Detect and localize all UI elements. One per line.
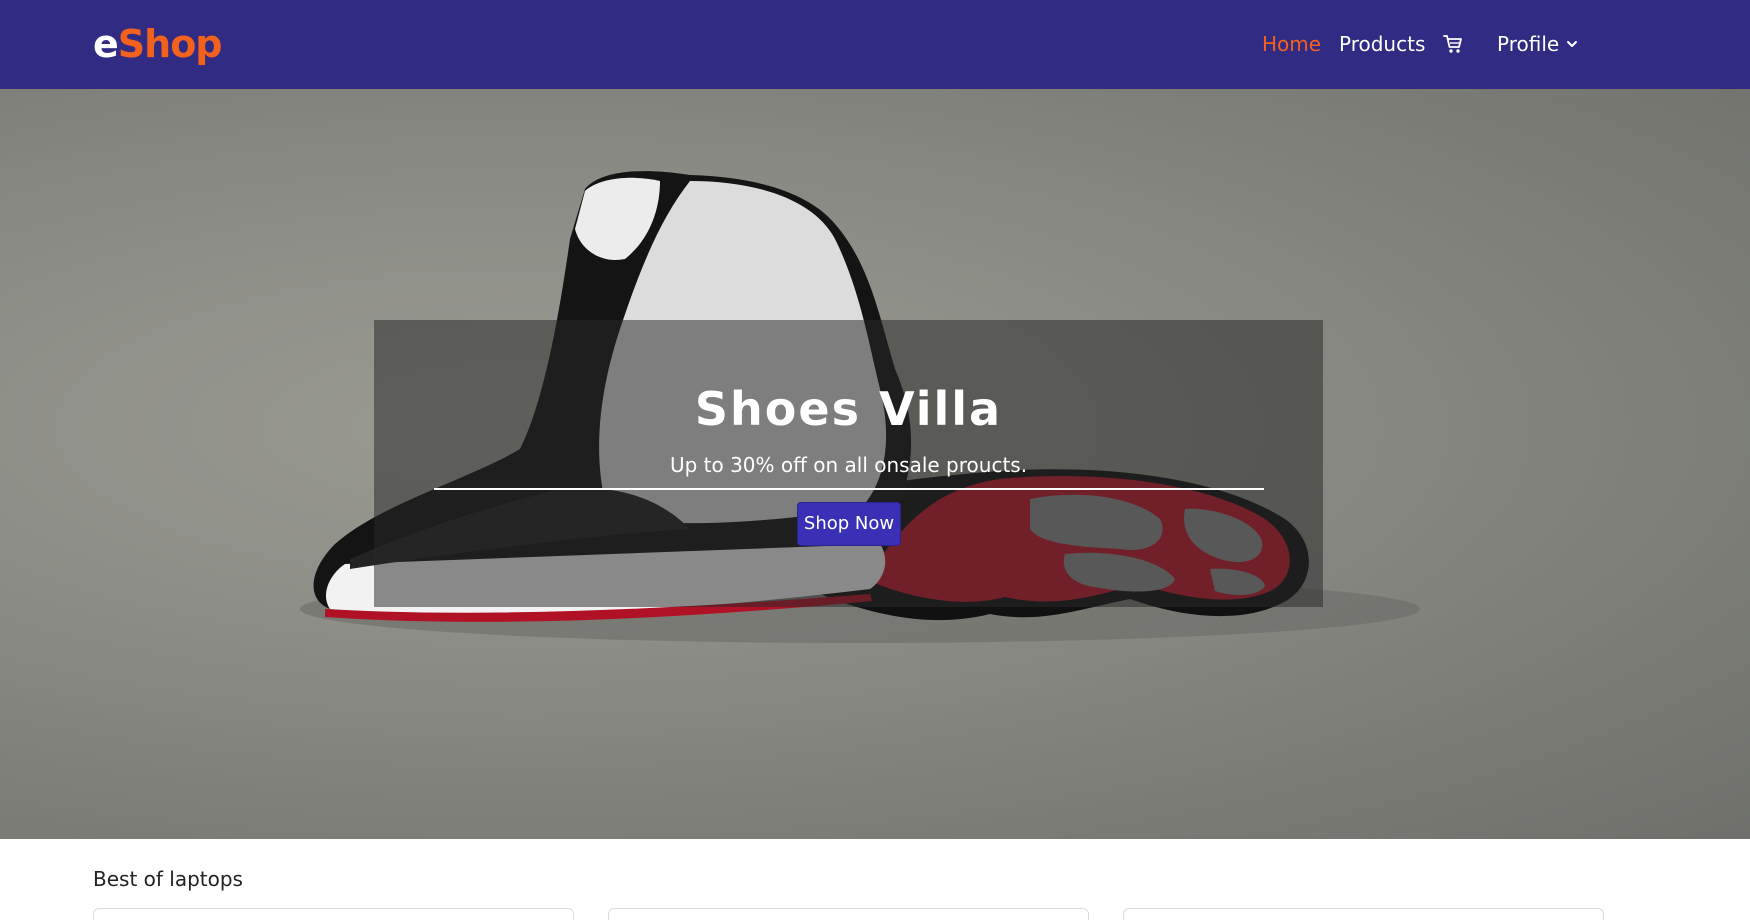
hero-subtitle: Up to 30% off on all onsale proucts. bbox=[669, 453, 1028, 477]
caption-divider bbox=[434, 488, 1264, 490]
nav-products-link[interactable]: Products bbox=[1339, 30, 1425, 58]
chevron-down-icon[interactable] bbox=[1565, 37, 1579, 51]
brand-logo-second: Shop bbox=[117, 22, 223, 66]
brand-logo-first: e bbox=[93, 22, 119, 66]
hero-title: Shoes Villa bbox=[694, 382, 1003, 436]
carousel-caption: Shoes Villa Up to 30% off on all onsale … bbox=[374, 320, 1323, 607]
section-title: Best of laptops bbox=[93, 867, 243, 891]
shop-now-button[interactable]: Shop Now bbox=[797, 502, 901, 546]
hero-banner: Shoes Villa Up to 30% off on all onsale … bbox=[0, 89, 1750, 839]
brand-logo[interactable]: eShop bbox=[93, 21, 223, 67]
cart-icon[interactable] bbox=[1443, 33, 1463, 55]
product-card[interactable] bbox=[93, 908, 574, 920]
nav-profile-dropdown[interactable]: Profile bbox=[1497, 30, 1559, 58]
nav-home-link[interactable]: Home bbox=[1262, 30, 1321, 58]
product-card[interactable] bbox=[608, 908, 1089, 920]
navbar: eShop Home Products Profile bbox=[0, 0, 1750, 89]
product-card[interactable] bbox=[1123, 908, 1604, 920]
